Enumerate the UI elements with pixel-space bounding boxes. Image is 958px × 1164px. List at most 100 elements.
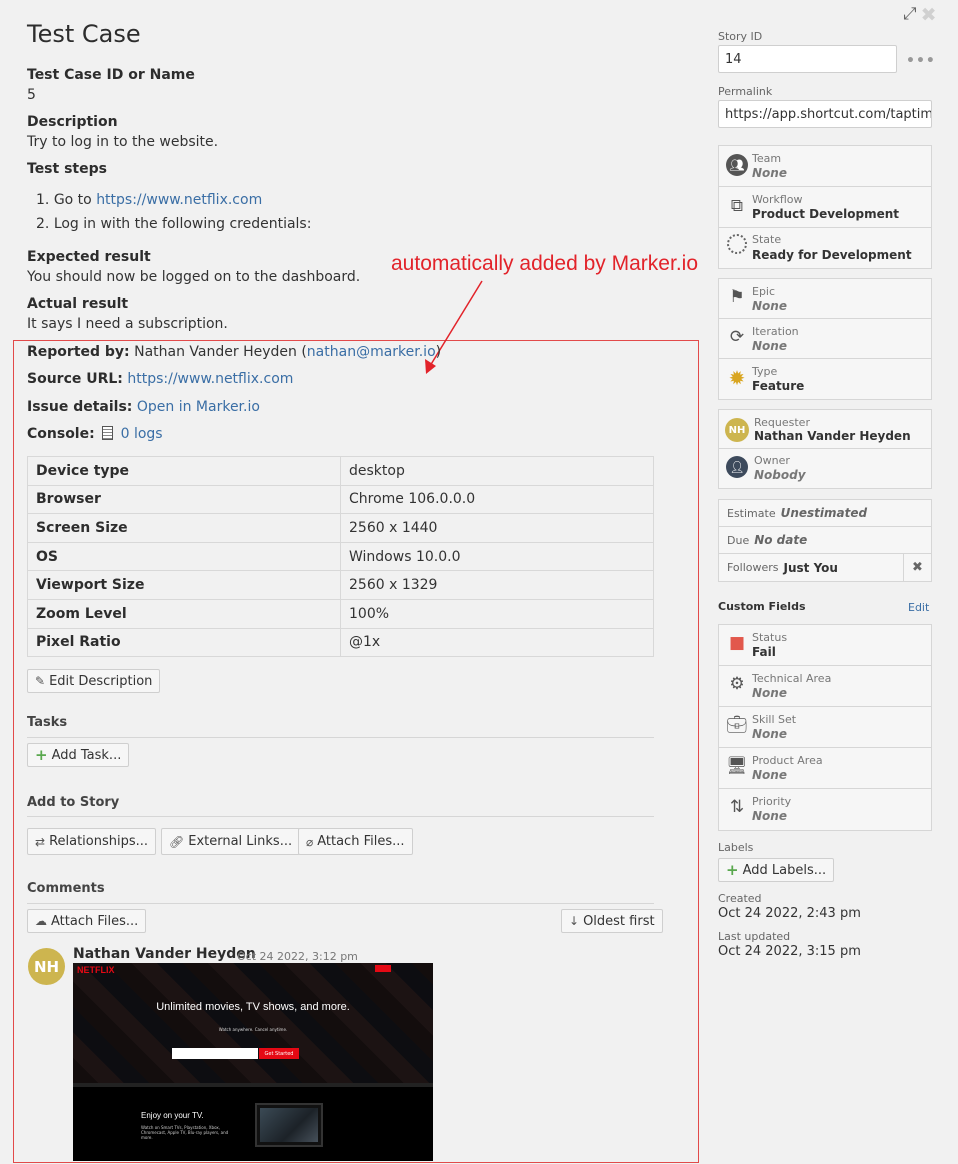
open-in-marker-link[interactable]: Open in Marker.io [137,399,260,415]
user-icon: 👤︎ [725,456,749,478]
technical-area-row[interactable]: ⚙ Technical Area None [719,666,931,707]
source-url-label: Source URL: [27,371,123,387]
avatar: NH [28,948,65,985]
custom-fields-edit-link[interactable]: Edit [908,601,929,614]
device-value-cell: 2560 x 1440 [340,513,654,543]
netflix-link[interactable]: https://www.netflix.com [96,192,262,208]
tasks-heading: Tasks [27,715,68,730]
source-url-link[interactable]: https://www.netflix.com [127,371,293,387]
skill-set-row[interactable]: 💼︎ Skill Set None [719,707,931,748]
screenshot-divider [73,1083,433,1087]
product-area-row[interactable]: 🖥︎ Product Area None [719,748,931,789]
type-row[interactable]: ✹ Type Feature [719,359,931,399]
status-row[interactable]: ■ Status Fail [719,625,931,666]
edit-description-label: Edit Description [49,673,153,689]
due-value: No date [754,533,808,547]
relationships-button[interactable]: ⇄ Relationships... [27,828,157,855]
owner-row[interactable]: 👤︎ Owner Nobody [719,449,931,488]
comment-date[interactable]: Oct 24 2022, 3:12 pm [237,950,358,963]
table-row: Device type desktop [27,456,654,486]
pencil-icon: ✎ [35,674,46,688]
test-steps-list: 1. Go to https://www.netflix.com 2. Log … [36,192,311,240]
comment-author[interactable]: Nathan Vander Heyden [73,946,256,962]
skill-set-label: Skill Set [752,713,797,726]
permalink-field[interactable]: https://app.shortcut.com/taptim [718,100,932,128]
more-options-icon[interactable]: ••• [906,53,936,69]
external-links-label: External Links... [188,834,293,849]
step-text: Log in with the following credentials: [53,216,312,232]
paperclip-icon: ⌀ [306,834,314,849]
close-icon[interactable]: ✖ [921,4,937,26]
device-value-cell: 2560 x 1329 [340,570,654,600]
due-row[interactable]: Due No date [719,527,931,554]
labels-label: Labels [718,841,754,854]
created-label: Created [718,892,762,905]
story-meta-group-2: ⚑ Epic None ⟳ Iteration None ✹ Type Feat… [718,278,932,400]
device-key-cell: Viewport Size [27,570,341,600]
reporter-email-link[interactable]: nathan@marker.io [307,344,436,360]
requester-value: Nathan Vander Heyden [754,429,911,443]
device-value-cell: @1x [340,627,654,658]
test-step-1: 1. Go to https://www.netflix.com [36,192,263,208]
planning-group: Estimate Unestimated Due No date Followe… [718,499,932,582]
feature-badge-icon: ✹ [728,366,746,390]
last-updated-value: Oct 24 2022, 3:15 pm [718,944,861,959]
comment-attach-files-button[interactable]: ☁ Attach Files... [27,909,147,933]
owner-label: Owner [754,454,790,467]
skill-set-value: None [752,727,787,741]
followers-value: Just You [783,560,838,575]
device-value-cell: Chrome 106.0.0.0 [340,484,654,515]
external-links-button[interactable]: 🔗︎ External Links... [161,828,301,855]
console-logs-link[interactable]: 0 logs [121,426,163,442]
epic-label: Epic [752,285,776,298]
priority-row[interactable]: ⇅ Priority None [719,789,931,830]
device-key-cell: Zoom Level [27,598,341,629]
plus-icon: + [726,861,739,879]
attach-files-button[interactable]: ⌀ Attach Files... [298,828,413,855]
document-icon [102,426,114,440]
actual-result-value: It says I need a subscription. [27,316,228,332]
add-labels-label: Add Labels... [742,862,827,878]
device-key-cell: Browser [27,484,341,515]
comment-screenshot-image[interactable]: NETFLIX Unlimited movies, TV shows, and … [73,963,433,1161]
priority-value: None [752,809,787,823]
followers-row[interactable]: Followers Just You ✖ [719,554,931,581]
screenshot-subheadline: Watch anywhere. Cancel anytime. [218,1027,288,1032]
sort-oldest-first-button[interactable]: ↓ Oldest first [561,909,663,933]
iteration-value: None [752,339,787,353]
team-value: None [752,166,787,180]
sort-arrows-icon: ⇅ [729,797,745,817]
screenshot-email-field [172,1048,258,1059]
test-case-id-value: 5 [27,87,36,103]
story-id-field[interactable]: 14 [718,45,897,73]
gear-icon: ⚙ [729,674,745,694]
test-case-id-label: Test Case ID or Name [27,67,195,83]
estimate-value: Unestimated [780,506,868,520]
table-row: Zoom Level 100% [27,598,654,629]
workflow-row[interactable]: ⧉ Workflow Product Development [719,187,931,228]
unfollow-close-icon[interactable]: ✖ [903,554,931,581]
test-steps-label: Test steps [27,161,107,177]
story-id-label: Story ID [718,30,763,43]
step-text: Go to [53,192,97,208]
reported-by-label: Reported by: [27,344,130,360]
team-row[interactable]: 👥︎ Team None [719,146,931,187]
add-task-button[interactable]: + Add Task... [27,743,130,767]
test-step-2: 2. Log in with the following credentials… [36,216,312,232]
description-label: Description [27,114,118,130]
last-updated-label: Last updated [718,930,791,943]
edit-description-button[interactable]: ✎ Edit Description [27,669,161,693]
description-value: Try to log in to the website. [27,134,219,150]
add-labels-button[interactable]: + Add Labels... [718,858,835,882]
requester-row[interactable]: NH Requester Nathan Vander Heyden [719,410,931,449]
reporter-close: ) [435,344,442,360]
screenshot-tv-text: Watch on Smart TVs, Playstation, Xbox, C… [141,1125,229,1140]
plus-icon: + [35,746,48,764]
estimate-row[interactable]: Estimate Unestimated [719,500,931,527]
iteration-row[interactable]: ⟳ Iteration None [719,319,931,359]
table-row: Pixel Ratio @1x [27,627,654,658]
workflow-icon: ⧉ [730,196,744,216]
state-row[interactable]: State Ready for Development [719,228,931,268]
epic-row[interactable]: ⚑ Epic None [719,279,931,319]
expand-icon[interactable]: ⤢ [903,4,917,26]
